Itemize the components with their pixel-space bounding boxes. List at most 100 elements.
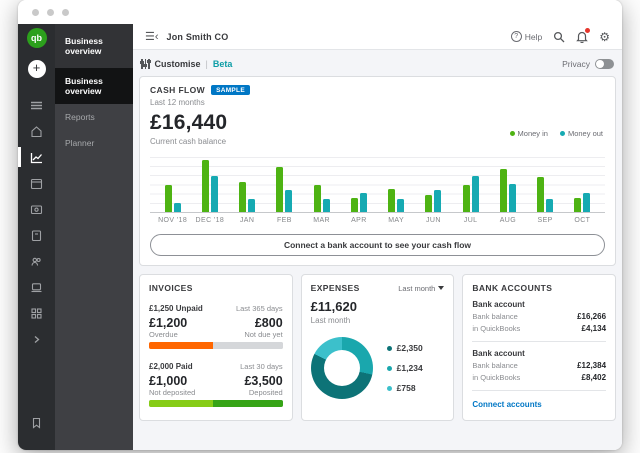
connect-bank-account-button[interactable]: Connect a bank account to see your cash … bbox=[150, 234, 605, 256]
money-out-bar bbox=[546, 199, 553, 212]
bar-group-mar[interactable] bbox=[314, 155, 330, 212]
x-axis-label: APR bbox=[340, 217, 377, 224]
bar-group-aug[interactable] bbox=[500, 155, 516, 212]
invoices-card[interactable]: INVOICES £1,250 Unpaid Last 365 days £1,… bbox=[139, 274, 293, 421]
cash-flow-icon[interactable] bbox=[18, 196, 55, 222]
money-out-bar bbox=[248, 199, 255, 212]
money-out-bar bbox=[397, 199, 404, 212]
beta-label: Beta bbox=[213, 59, 233, 69]
calendar-icon[interactable] bbox=[18, 170, 55, 196]
money-out-bar bbox=[174, 203, 181, 212]
home-icon[interactable] bbox=[18, 118, 55, 144]
money-out-bar bbox=[472, 176, 479, 212]
apps-grid-icon[interactable] bbox=[18, 300, 55, 326]
money-in-bar bbox=[276, 167, 283, 212]
window-close-button[interactable] bbox=[32, 9, 39, 16]
business-overview-chart-icon[interactable] bbox=[18, 144, 55, 170]
bar-group-jun[interactable] bbox=[425, 155, 441, 212]
x-axis-label: FEB bbox=[266, 217, 303, 224]
desktop-background: qb + bbox=[0, 0, 640, 453]
sidebar-item-business-overview[interactable]: Business overview bbox=[55, 68, 133, 104]
unpaid-progress-bar bbox=[149, 342, 283, 349]
privacy-toggle[interactable] bbox=[595, 59, 614, 69]
customers-icon[interactable] bbox=[18, 248, 55, 274]
expenses-donut-chart bbox=[311, 337, 373, 399]
money-out-bar bbox=[285, 190, 292, 212]
money-in-bar bbox=[537, 177, 544, 212]
collapse-nav-icon[interactable]: ☰‹ bbox=[145, 30, 159, 43]
cash-balance-caption: Current cash balance bbox=[150, 137, 605, 146]
x-axis-label: MAY bbox=[378, 217, 415, 224]
create-new-button[interactable]: + bbox=[28, 60, 46, 78]
chart-legend: Money in Money out bbox=[510, 129, 603, 138]
money-in-bar bbox=[202, 160, 209, 212]
money-out-bar bbox=[323, 199, 330, 212]
company-name: Jon Smith CO bbox=[167, 32, 229, 42]
bar-group-may[interactable] bbox=[388, 155, 404, 212]
bookmark-icon[interactable] bbox=[18, 410, 55, 436]
deposited-amount: £3,500 bbox=[244, 374, 282, 388]
search-icon[interactable] bbox=[553, 31, 565, 43]
bar-group-nov18[interactable] bbox=[165, 155, 181, 212]
expenses-card[interactable]: EXPENSES Last month £11,620 Last month bbox=[301, 274, 455, 421]
menu-hamburger-icon[interactable] bbox=[18, 92, 55, 118]
expenses-legend-item: £758 bbox=[387, 383, 423, 393]
expenses-period: Last month bbox=[311, 316, 445, 325]
laptop-icon[interactable] bbox=[18, 274, 55, 300]
window-minimize-button[interactable] bbox=[47, 9, 54, 16]
secondary-sidebar: Business overview Business overview Repo… bbox=[55, 24, 133, 450]
money-out-bar bbox=[360, 193, 367, 212]
bar-chart-x-axis-labels: NOV '18DEC '18JANFEBMARAPRMAYJUNJULAUGSE… bbox=[150, 213, 605, 224]
bank-accounts-title: BANK ACCOUNTS bbox=[472, 283, 606, 293]
bar-group-dec18[interactable] bbox=[202, 155, 218, 212]
x-axis-label: DEC '18 bbox=[191, 217, 228, 224]
bar-group-jul[interactable] bbox=[463, 155, 479, 212]
in-quickbooks-value: £4,134 bbox=[582, 324, 606, 333]
settings-gear-icon[interactable]: ⚙ bbox=[599, 30, 610, 44]
expenses-title: EXPENSES bbox=[311, 283, 360, 293]
bank-accounts-card[interactable]: BANK ACCOUNTS Bank account Bank balance … bbox=[462, 274, 616, 421]
help-icon: ? bbox=[511, 31, 522, 42]
sliders-icon bbox=[141, 59, 150, 69]
quickbooks-logo[interactable]: qb bbox=[27, 28, 47, 48]
bar-group-apr[interactable] bbox=[351, 155, 367, 212]
x-axis-label: JUL bbox=[452, 217, 489, 224]
expenses-icon[interactable] bbox=[18, 222, 55, 248]
x-axis-label: OCT bbox=[564, 217, 601, 224]
bar-group-jan[interactable] bbox=[239, 155, 255, 212]
notifications-bell-icon[interactable] bbox=[576, 30, 588, 43]
invoices-title: INVOICES bbox=[149, 283, 283, 293]
expenses-period-dropdown[interactable]: Last month bbox=[398, 284, 444, 293]
paid-progress-bar bbox=[149, 400, 283, 407]
legend-dot-icon bbox=[387, 386, 392, 391]
not-due-amount: £800 bbox=[255, 316, 283, 330]
sidebar-item-planner[interactable]: Planner bbox=[55, 130, 133, 156]
overdue-caption: Overdue bbox=[149, 330, 178, 339]
connect-accounts-link[interactable]: Connect accounts bbox=[472, 400, 541, 409]
in-quickbooks-value: £8,402 bbox=[582, 373, 606, 382]
money-in-bar bbox=[165, 185, 172, 212]
bar-chart-plot-area bbox=[150, 155, 605, 213]
cash-flow-bar-chart: NOV '18DEC '18JANFEBMARAPRMAYJUNJULAUGSE… bbox=[150, 155, 605, 224]
help-button[interactable]: ? Help bbox=[511, 31, 542, 42]
privacy-label: Privacy bbox=[562, 59, 590, 69]
window-zoom-button[interactable] bbox=[62, 9, 69, 16]
deposited-caption: Deposited bbox=[249, 388, 283, 397]
paid-amount-label: £2,000 Paid bbox=[149, 362, 193, 371]
unpaid-period: Last 365 days bbox=[236, 304, 283, 313]
customise-button[interactable]: Customise | Beta bbox=[141, 59, 232, 69]
bank-balance-label: Bank balance bbox=[472, 361, 517, 370]
sidebar-item-reports[interactable]: Reports bbox=[55, 104, 133, 130]
bank-balance-label: Bank balance bbox=[472, 312, 517, 321]
bar-group-feb[interactable] bbox=[276, 155, 292, 212]
expand-sidebar-chevron-icon[interactable] bbox=[18, 326, 55, 352]
bar-group-oct[interactable] bbox=[574, 155, 590, 212]
money-in-bar bbox=[463, 185, 470, 212]
x-axis-label: AUG bbox=[489, 217, 526, 224]
money-out-bar bbox=[211, 176, 218, 212]
in-quickbooks-label: in QuickBooks bbox=[472, 324, 520, 333]
bank-balance-value: £12,384 bbox=[577, 361, 606, 370]
money-in-bar bbox=[314, 185, 321, 212]
x-axis-label: SEP bbox=[527, 217, 564, 224]
bar-group-sep[interactable] bbox=[537, 155, 553, 212]
